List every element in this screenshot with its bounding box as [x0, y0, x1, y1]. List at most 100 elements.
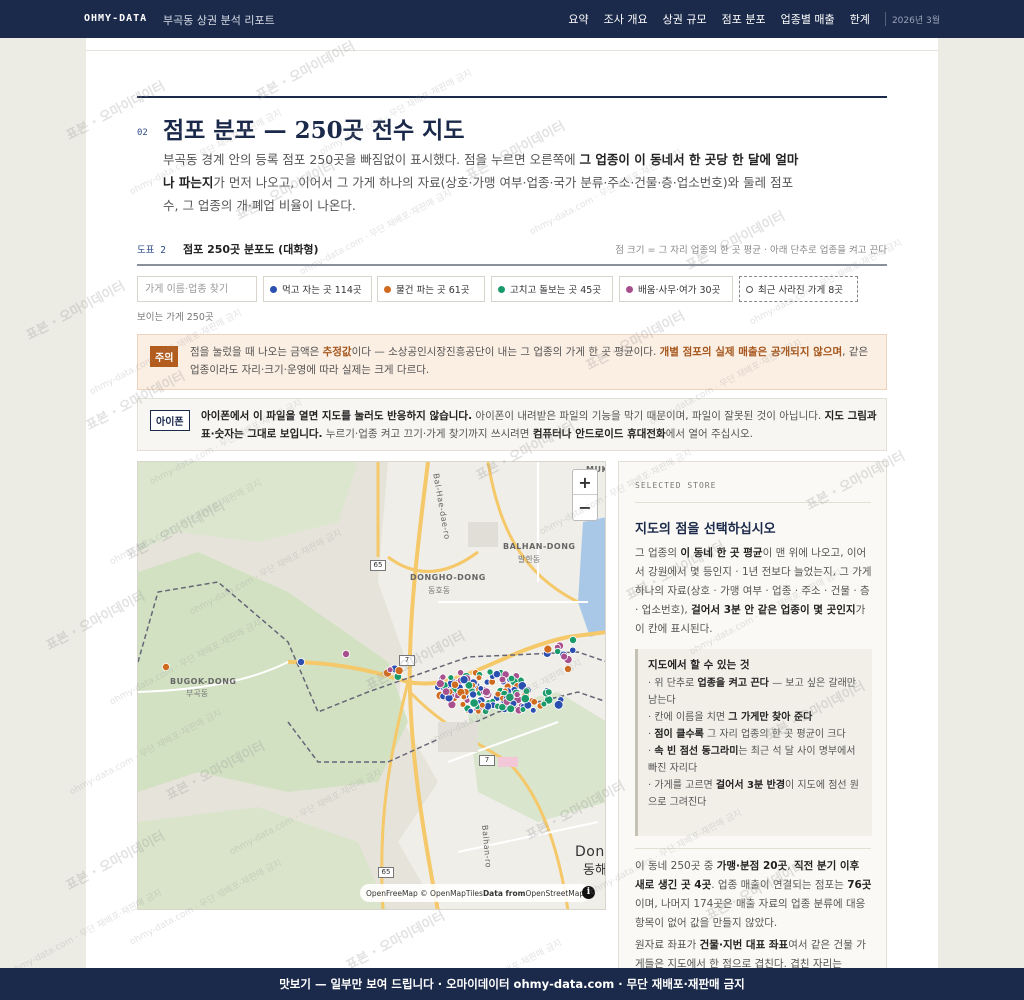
nav-item-survey[interactable]: 조사 개요	[604, 11, 648, 27]
selected-store-panel: SELECTED STORE 지도의 점을 선택하십시오 그 업종의 이 동네 …	[618, 461, 887, 981]
store-dot[interactable]	[460, 693, 468, 701]
map-zoom-control: + −	[572, 469, 598, 521]
store-dot[interactable]	[469, 690, 478, 699]
store-dot[interactable]	[513, 691, 521, 699]
figure-header: 도표 2 점포 250곳 분포도 (대화형) 점 크기 = 그 자리 업종의 한…	[137, 242, 887, 266]
purple-dot-icon	[626, 285, 633, 293]
panel-title: 지도의 점을 선택하십시오	[635, 522, 776, 537]
route-shield-7: 7	[399, 655, 415, 666]
caution-notice: 주의 점을 눌렀을 때 나오는 금액은 추정값이다 — 소상공인시장진흥공단이 …	[137, 334, 887, 390]
store-dot[interactable]	[477, 685, 484, 692]
filter-chip-education-office[interactable]: 배움·사무·여가 30곳	[619, 276, 733, 302]
store-dot[interactable]	[459, 675, 469, 685]
iphone-badge: 아이폰	[150, 410, 190, 431]
store-dot[interactable]	[161, 662, 170, 671]
figure-label: 도표 2	[137, 245, 166, 256]
route-shield-65b: 65	[378, 867, 394, 878]
report-date: 2026년 3월	[891, 15, 940, 26]
store-dot[interactable]	[506, 704, 516, 714]
store-dot[interactable]	[544, 688, 553, 696]
store-dot[interactable]	[469, 698, 479, 708]
store-dot[interactable]	[560, 652, 568, 661]
filter-chip-repair-care[interactable]: 고치고 돌보는 곳 45곳	[491, 276, 613, 302]
store-dot[interactable]	[522, 687, 531, 695]
store-dot[interactable]	[529, 707, 537, 714]
store-dot[interactable]	[540, 700, 548, 708]
store-dot[interactable]	[475, 674, 483, 681]
nav-item-store-distribution[interactable]: 점포 분포	[722, 11, 766, 27]
panel-divider	[635, 502, 871, 503]
store-dot[interactable]	[459, 701, 467, 708]
filter-chip-closed-stores[interactable]: 최근 사라진 가게 8곳	[739, 276, 858, 302]
hollow-circle-icon	[746, 285, 753, 293]
place-label-donghae-ko: 동해	[583, 863, 606, 878]
place-label-bugok-ko: 부곡동	[186, 689, 209, 698]
store-dot[interactable]	[341, 649, 350, 658]
store-dot[interactable]	[447, 674, 455, 681]
route-shield-65: 65	[370, 560, 386, 571]
store-dots-layer[interactable]	[138, 462, 606, 910]
store-dot[interactable]	[492, 670, 501, 679]
map-howto-box: 지도에서 할 수 있는 것 · 위 단추로 업종을 켜고 끈다 — 보고 싶은 …	[635, 649, 872, 836]
chip-label: 고치고 돌보는 곳 45곳	[510, 285, 602, 296]
nav-item-summary[interactable]: 요약	[568, 11, 588, 27]
filter-chip-retail[interactable]: 물건 파는 곳 61곳	[377, 276, 485, 302]
store-dot[interactable]	[505, 692, 515, 702]
store-dot[interactable]	[563, 664, 572, 673]
panel-description: 그 업종의 이 동네 한 곳 평균이 맨 위에 나오고, 이어서 강원에서 몇 …	[635, 547, 872, 635]
store-dot[interactable]	[394, 666, 404, 676]
store-search-input[interactable]	[137, 276, 257, 302]
store-dot[interactable]	[486, 668, 494, 676]
howto-item: · 가게를 고르면 걸어서 3분 반경이 지도에 점선 원으로 그려진다	[648, 780, 859, 808]
filter-chip-food-lodging[interactable]: 먹고 자는 곳 114곳	[263, 276, 372, 302]
nav-menu: 요약 조사 개요 상권 규모 점포 분포 업종별 매출 한계 2026년 3월	[568, 0, 1024, 38]
howto-item: · 속 빈 점선 동그라미는 최근 석 달 사이 명부에서 빠진 자리다	[648, 746, 856, 774]
store-dot[interactable]	[435, 679, 445, 689]
zoom-in-button[interactable]: +	[573, 470, 597, 495]
store-dot[interactable]	[543, 644, 553, 654]
store-dot[interactable]	[386, 666, 394, 674]
store-dot[interactable]	[441, 687, 451, 696]
section-intro: 부곡동 경계 안의 등록 점포 250곳을 빠짐없이 표시했다. 점을 누르면 …	[163, 152, 799, 213]
nav-divider	[884, 12, 886, 26]
store-dot[interactable]	[554, 647, 562, 655]
store-dot[interactable]	[450, 680, 460, 689]
howto-item: · 점이 클수록 그 자리 업종의 한 곳 평균이 크다	[648, 729, 846, 740]
store-dot[interactable]	[568, 635, 577, 644]
top-nav-bar: OHMY-DATA 부곡동 상권 분석 리포트 요약 조사 개요 상권 규모 점…	[0, 0, 1024, 38]
orange-dot-icon	[384, 285, 391, 293]
store-dot[interactable]	[519, 706, 527, 713]
brand-logo[interactable]: OHMY-DATA	[84, 13, 147, 24]
howto-title: 지도에서 할 수 있는 것	[648, 659, 750, 671]
figure-title: 점포 250곳 분포도 (대화형)	[183, 243, 319, 256]
chip-label: 배움·사무·여가 30곳	[638, 285, 721, 296]
figure-note: 점 크기 = 그 자리 업종의 한 곳 평균 · 아래 단추로 업종을 켜고 끈…	[615, 245, 887, 256]
iphone-notice: 아이폰 아이폰에서 이 파일을 열면 지도를 눌러도 반응하지 않습니다. 아이…	[137, 398, 887, 451]
zoom-out-button[interactable]: −	[573, 495, 597, 520]
info-icon[interactable]: i	[582, 886, 595, 899]
report-subtitle: 부곡동 상권 분석 리포트	[163, 14, 275, 27]
store-dot[interactable]	[467, 707, 474, 715]
nav-item-sales-by-industry[interactable]: 업종별 매출	[781, 11, 835, 27]
store-dot[interactable]	[478, 701, 486, 709]
map-attribution[interactable]: OpenFreeMap © OpenMapTiles Data from Ope…	[360, 884, 591, 902]
place-label-dongho-ko: 동호동	[428, 586, 451, 595]
section-rule	[137, 96, 887, 98]
store-dot[interactable]	[498, 675, 507, 684]
visible-store-count: 보이는 가게 250곳	[137, 312, 214, 323]
section-number: 02	[137, 128, 148, 138]
store-dot[interactable]	[439, 673, 447, 681]
store-dot[interactable]	[507, 674, 516, 683]
section-title: 점포 분포 — 250곳 전수 지도	[163, 117, 465, 144]
store-dot[interactable]	[296, 657, 305, 666]
store-dot[interactable]	[553, 700, 564, 710]
chip-label: 최근 사라진 가게 8곳	[758, 285, 844, 296]
store-dot[interactable]	[520, 693, 530, 704]
panel-divider	[635, 848, 871, 849]
store-dot[interactable]	[569, 646, 577, 654]
nav-item-limits[interactable]: 한계	[850, 11, 870, 27]
nav-item-market-size[interactable]: 상권 규모	[663, 11, 707, 27]
place-label-donghae: Dong	[575, 844, 605, 860]
chip-label: 물건 파는 곳 61곳	[396, 285, 470, 296]
store-map[interactable]: BALHAN-DONG 발한동 DONGHO-DONG 동호동 BUGOK-DO…	[137, 461, 606, 910]
